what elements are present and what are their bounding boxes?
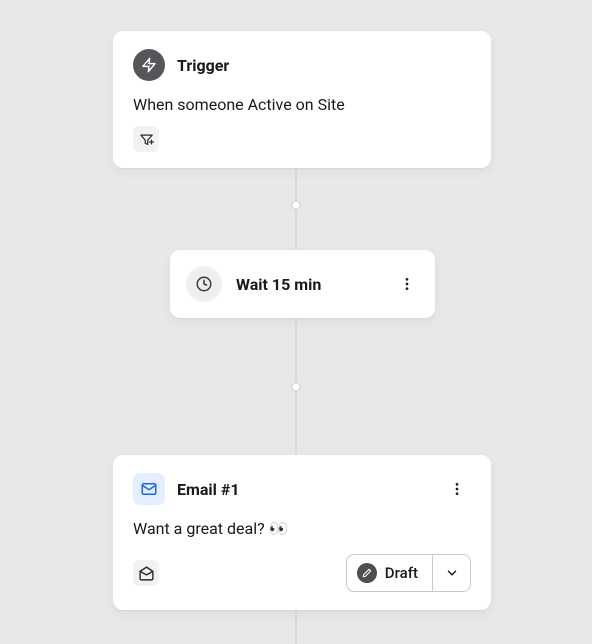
trigger-header: Trigger [133, 49, 471, 81]
more-button[interactable] [443, 475, 471, 503]
trigger-title: Trigger [177, 56, 229, 75]
email-icon [133, 473, 165, 505]
status-caret-button[interactable] [432, 555, 470, 591]
open-envelope-icon [138, 565, 155, 582]
trigger-card[interactable]: Trigger When someone Active on Site [113, 31, 491, 168]
lightning-icon [133, 49, 165, 81]
email-title: Email #1 [177, 480, 443, 499]
flow-canvas[interactable]: Trigger When someone Active on Site Wait… [0, 0, 592, 644]
email-subject: Want a great deal? 👀 [133, 519, 471, 538]
status-dropdown[interactable]: Draft [346, 554, 471, 592]
wait-label: Wait 15 min [236, 275, 393, 294]
more-button[interactable] [393, 270, 421, 298]
wait-card[interactable]: Wait 15 min [170, 250, 435, 318]
more-vertical-icon [399, 276, 415, 292]
status-button[interactable]: Draft [347, 555, 432, 591]
trigger-description: When someone Active on Site [133, 95, 471, 114]
pencil-circle-icon [357, 563, 377, 583]
clock-icon [186, 266, 222, 302]
more-vertical-icon [449, 481, 465, 497]
status-label: Draft [385, 564, 418, 582]
add-step-dot[interactable] [292, 383, 301, 392]
email-footer: Draft [133, 554, 471, 592]
filter-chip[interactable] [133, 126, 159, 152]
email-header: Email #1 [133, 473, 471, 505]
open-email-chip[interactable] [133, 560, 159, 586]
email-card[interactable]: Email #1 Want a great deal? 👀 [113, 455, 491, 610]
filter-icon [139, 132, 154, 147]
add-step-dot[interactable] [292, 201, 301, 210]
chevron-down-icon [445, 566, 459, 580]
